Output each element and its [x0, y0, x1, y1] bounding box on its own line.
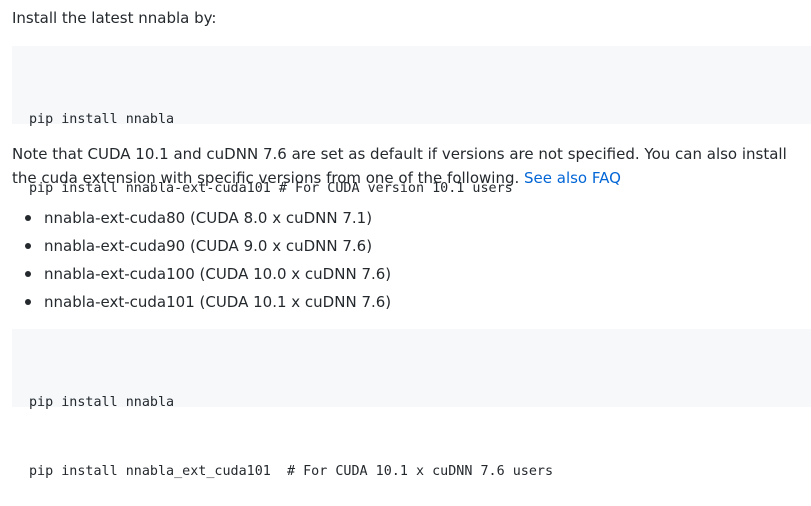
bullet-icon [25, 243, 31, 249]
note-paragraph: Note that CUDA 10.1 and cuDNN 7.6 are se… [12, 142, 802, 190]
list-item-label: nnabla-ext-cuda90 (CUDA 9.0 x cuDNN 7.6) [44, 237, 373, 255]
code-line: pip install nnabla [29, 395, 175, 410]
bullet-icon [25, 299, 31, 305]
list-item-label: nnabla-ext-cuda80 (CUDA 8.0 x cuDNN 7.1) [44, 209, 373, 227]
code-block-install-versioned[interactable]: pip install nnabla pip install nnabla_ex… [12, 329, 811, 479]
list-item: nnabla-ext-cuda90 (CUDA 9.0 x cuDNN 7.6) [0, 232, 391, 260]
code-line: pip install nnabla_ext_cuda101 # For CUD… [29, 464, 554, 479]
list-item-label: nnabla-ext-cuda100 (CUDA 10.0 x cuDNN 7.… [44, 265, 392, 283]
code-block-install[interactable]: pip install nnabla pip install nnabla-ex… [12, 46, 811, 196]
code-line: pip install nnabla [29, 112, 175, 127]
list-item: nnabla-ext-cuda101 (CUDA 10.1 x cuDNN 7.… [0, 288, 391, 316]
bullet-icon [25, 271, 31, 277]
bullet-icon [25, 215, 31, 221]
cuda-extension-list: nnabla-ext-cuda80 (CUDA 8.0 x cuDNN 7.1)… [0, 204, 391, 316]
intro-text: Install the latest nnabla by: [12, 9, 217, 27]
note-text: Note that CUDA 10.1 and cuDNN 7.6 are se… [12, 145, 787, 187]
see-also-faq-link[interactable]: See also FAQ [524, 169, 621, 187]
list-item-label: nnabla-ext-cuda101 (CUDA 10.1 x cuDNN 7.… [44, 293, 392, 311]
list-item: nnabla-ext-cuda80 (CUDA 8.0 x cuDNN 7.1) [0, 204, 391, 232]
list-item: nnabla-ext-cuda100 (CUDA 10.0 x cuDNN 7.… [0, 260, 391, 288]
